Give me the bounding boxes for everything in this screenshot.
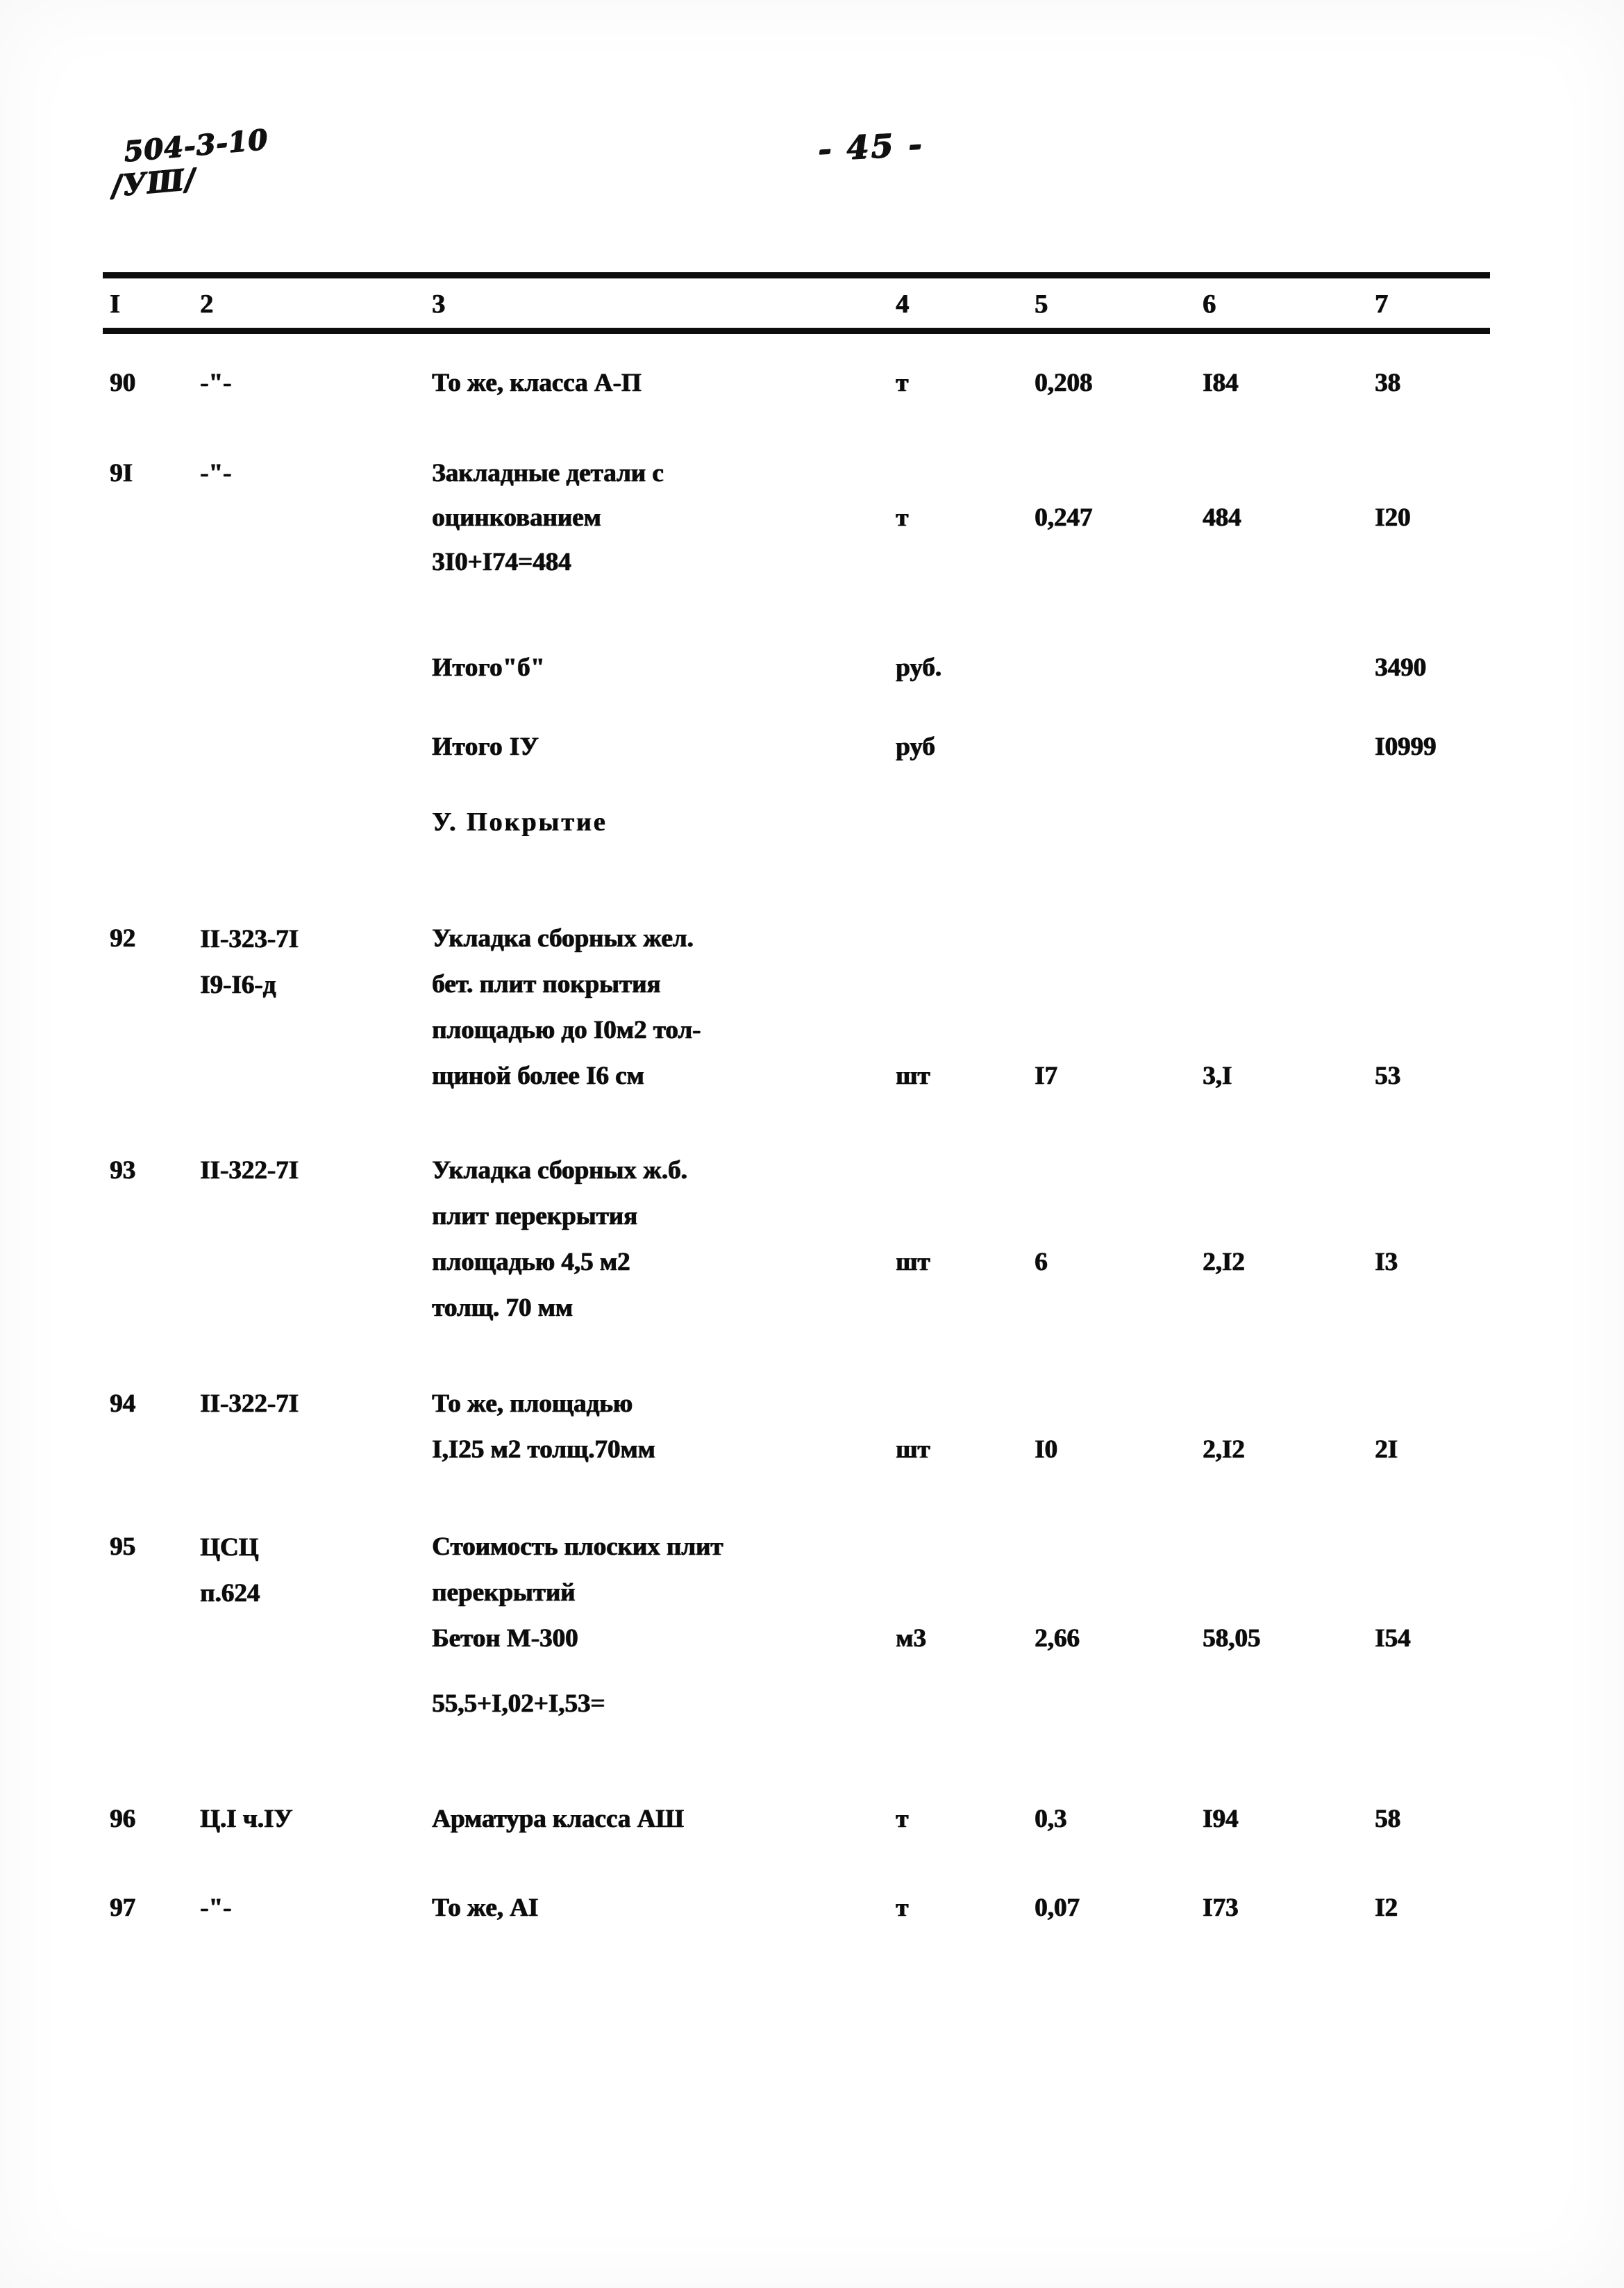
row-code: II-322-7I xyxy=(200,1156,299,1185)
row-description-line: щиной более I6 см xyxy=(432,1062,644,1090)
column-header-6: 6 xyxy=(1203,290,1216,319)
row-unit-price: 484 xyxy=(1203,503,1241,532)
subtotal-value: 3490 xyxy=(1375,653,1426,682)
handwritten-page-number: - 45 - xyxy=(817,125,925,168)
row-unit-price: I94 xyxy=(1203,1805,1239,1833)
section-heading: У. Покрытие xyxy=(432,808,608,837)
row-description-line: I,I25 м2 толщ.70мм xyxy=(432,1435,655,1464)
row-description-line: площадью до I0м2 тол- xyxy=(432,1016,701,1044)
row-total: I54 xyxy=(1375,1624,1411,1653)
row-unit-price: I84 xyxy=(1203,369,1239,397)
row-code: -"- xyxy=(200,1894,232,1922)
handwritten-document-code: 504-3-10 xyxy=(122,123,269,168)
row-description-line: площадью 4,5 м2 xyxy=(432,1248,630,1276)
row-description-line: оцинкованием xyxy=(432,503,601,532)
row-unit: т xyxy=(896,369,909,397)
row-unit: т xyxy=(896,1805,909,1833)
row-number: 93 xyxy=(110,1156,135,1185)
column-header-1: I xyxy=(110,290,121,319)
row-description-line: Стоимость плоских плит xyxy=(432,1533,723,1561)
row-unit-price: I73 xyxy=(1203,1894,1239,1922)
row-description-line: То же, класса А-П xyxy=(432,369,642,397)
subtotal-unit: руб. xyxy=(896,653,941,682)
row-unit: т xyxy=(896,1894,909,1922)
row-number: 94 xyxy=(110,1389,135,1418)
column-header-5: 5 xyxy=(1035,290,1048,319)
row-description-line: Арматура класса АШ xyxy=(432,1805,684,1833)
row-total: 58 xyxy=(1375,1805,1400,1833)
row-description-line: То же, площадью xyxy=(432,1389,633,1418)
column-header-3: 3 xyxy=(432,290,446,319)
row-quantity: 0,247 xyxy=(1035,503,1093,532)
table-top-rule xyxy=(103,272,1490,278)
row-code: ЦСЦ п.624 xyxy=(200,1533,260,1608)
row-unit-price: 58,05 xyxy=(1203,1624,1261,1653)
row-unit: т xyxy=(896,503,909,532)
row-unit: шт xyxy=(896,1248,930,1276)
row-quantity: I7 xyxy=(1035,1062,1057,1090)
row-quantity: 6 xyxy=(1035,1248,1048,1276)
row-total: I2 xyxy=(1375,1894,1398,1922)
subtotal-value: I0999 xyxy=(1375,733,1437,761)
row-quantity: 0,07 xyxy=(1035,1894,1080,1922)
row-description-line: То же, АI xyxy=(432,1894,539,1922)
row-unit-price: 2,I2 xyxy=(1203,1248,1245,1276)
column-header-2: 2 xyxy=(200,290,214,319)
row-calculation-line: 55,5+I,02+I,53= xyxy=(432,1689,605,1718)
row-number: 90 xyxy=(110,369,135,397)
row-number: 96 xyxy=(110,1805,135,1833)
row-total: I3 xyxy=(1375,1248,1398,1276)
row-total: I20 xyxy=(1375,503,1411,532)
row-unit-price: 2,I2 xyxy=(1203,1435,1245,1464)
table-header-rule xyxy=(103,328,1490,334)
row-code: -"- xyxy=(200,459,232,487)
row-quantity: 2,66 xyxy=(1035,1624,1080,1653)
row-total: 53 xyxy=(1375,1062,1400,1090)
row-unit-price: 3,I xyxy=(1203,1062,1232,1090)
row-description-line: Бетон М-300 xyxy=(432,1624,578,1653)
row-number: 97 xyxy=(110,1894,135,1922)
row-unit: шт xyxy=(896,1435,930,1464)
subtotal-label: Итого"б" xyxy=(432,653,545,682)
row-quantity: I0 xyxy=(1035,1435,1057,1464)
row-calculation-line: 3I0+I74=484 xyxy=(432,548,571,576)
row-number: 92 xyxy=(110,924,135,953)
row-total: 2I xyxy=(1375,1435,1398,1464)
row-number: 9I xyxy=(110,459,133,487)
column-header-4: 4 xyxy=(896,290,910,319)
row-description-line: Укладка сборных ж.б. xyxy=(432,1156,687,1185)
column-header-7: 7 xyxy=(1375,290,1389,319)
row-unit: шт xyxy=(896,1062,930,1090)
row-code: -"- xyxy=(200,369,232,397)
row-code: II-322-7I xyxy=(200,1389,299,1418)
row-description-line: толщ. 70 мм xyxy=(432,1294,573,1322)
row-description-line: плит перекрытия xyxy=(432,1202,637,1230)
row-number: 95 xyxy=(110,1533,135,1561)
row-quantity: 0,208 xyxy=(1035,369,1093,397)
row-code: Ц.I ч.IУ xyxy=(200,1805,293,1833)
row-total: 38 xyxy=(1375,369,1400,397)
document-page: 504-3-10 /УШ/ - 45 - I 2 3 4 5 6 7 90 -"… xyxy=(0,0,1624,2288)
row-unit: м3 xyxy=(896,1624,926,1653)
row-description-line: бет. плит покрытия xyxy=(432,970,661,999)
row-description-line: перекрытий xyxy=(432,1578,576,1607)
subtotal-unit: руб xyxy=(896,733,935,761)
row-description-line: Закладные детали с xyxy=(432,459,664,487)
row-code: II-323-7I I9-I6-д xyxy=(200,925,299,999)
handwritten-sheet-marking: /УШ/ xyxy=(110,161,197,203)
row-quantity: 0,3 xyxy=(1035,1805,1067,1833)
row-description-line: Укладка сборных жел. xyxy=(432,924,694,953)
subtotal-label: Итого IУ xyxy=(432,733,539,761)
